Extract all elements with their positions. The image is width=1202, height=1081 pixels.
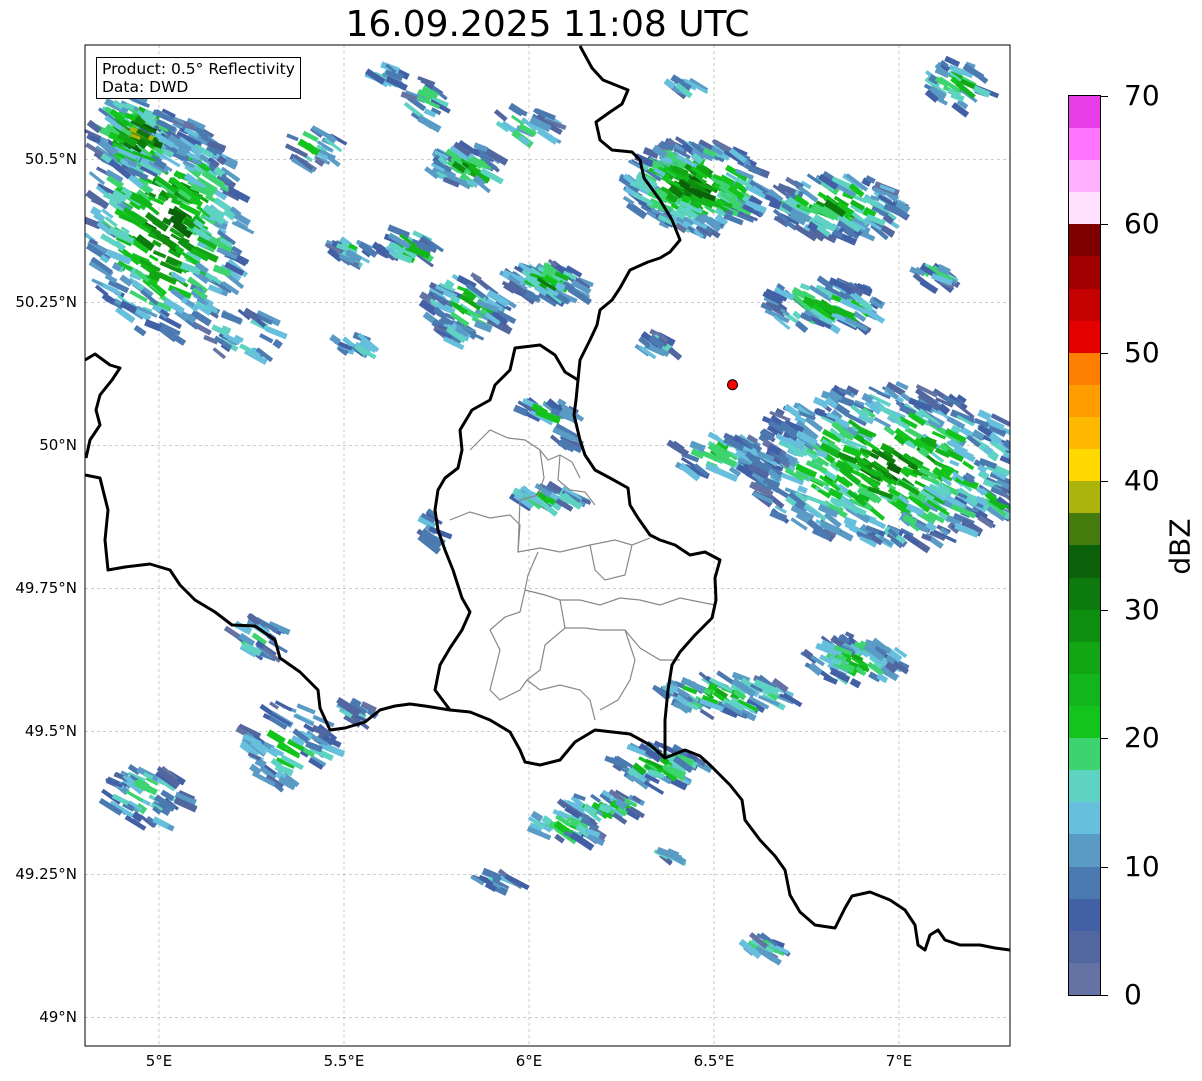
colorbar-segment	[1069, 352, 1100, 385]
colorbar-segment	[1069, 96, 1100, 129]
radar-echoes	[85, 55, 1028, 966]
colorbar-unit: dBZ	[1163, 518, 1197, 575]
colorbar-segment	[1069, 320, 1100, 353]
radar-echo-cell	[699, 708, 715, 721]
colorbar-segment	[1069, 481, 1100, 514]
colorbar-segment	[1069, 962, 1100, 995]
lon-tick-label: 5.5°E	[323, 1052, 365, 1070]
radar-echo-cell	[417, 114, 442, 133]
colorbar-segment	[1069, 224, 1100, 257]
info-product: Product: 0.5° Reflectivity	[102, 60, 295, 78]
lat-tick-label: 49°N	[39, 1008, 77, 1027]
colorbar-segment	[1069, 609, 1100, 642]
colorbar-segment	[1069, 641, 1100, 674]
radar-echo-cell	[900, 466, 912, 478]
radar-echo-cell	[799, 283, 811, 291]
colorbar-tick-mark	[1101, 609, 1108, 611]
colorbar-tick-label: 60	[1124, 207, 1160, 241]
colorbar-segment	[1069, 577, 1100, 610]
lon-tick-label: 5°E	[145, 1052, 173, 1070]
colorbar-tick-mark	[1101, 352, 1108, 354]
lon-tick-label: 6°E	[515, 1052, 543, 1070]
colorbar-tick-label: 20	[1124, 721, 1160, 755]
radar-echo-cell	[1014, 457, 1025, 467]
radar-echo-cell	[849, 678, 862, 689]
colorbar-segment	[1069, 160, 1100, 193]
colorbar-segment	[1069, 417, 1100, 450]
lat-tick-label: 49.25°N	[15, 865, 77, 884]
radar-echo-cell	[272, 338, 283, 350]
colorbar-tick-mark	[1101, 738, 1108, 740]
colorbar-segment	[1069, 706, 1100, 739]
colorbar-tick-label: 30	[1124, 592, 1160, 626]
colorbar-segment	[1069, 866, 1100, 899]
lat-tick-label: 50°N	[39, 436, 77, 455]
radar-echo-cell	[1009, 439, 1010, 451]
colorbar-segment	[1069, 256, 1100, 289]
radar-echo-cell	[666, 439, 690, 457]
lat-tick-label: 50.25°N	[15, 293, 77, 312]
colorbar-tick-label: 70	[1124, 79, 1160, 112]
radar-echo-cell	[148, 254, 159, 262]
radar-echo-cell	[949, 459, 960, 467]
radar-echo-cell	[286, 133, 299, 142]
radar-echo-cell	[493, 109, 508, 122]
colorbar-segment	[1069, 545, 1100, 578]
colorbar-tick-mark	[1101, 995, 1108, 996]
radar-echo-cell	[296, 703, 316, 715]
colorbar-segment	[1069, 738, 1100, 771]
radar-site-marker	[727, 379, 738, 391]
colorbar-segment	[1069, 770, 1100, 803]
colorbar-tick-label: 0	[1124, 978, 1142, 1011]
radar-echo-cell	[144, 319, 162, 332]
lat-tick-label: 49.75°N	[15, 579, 77, 598]
radar-echo-cell	[1008, 443, 1010, 460]
colorbar	[1068, 95, 1101, 996]
colorbar-tick-mark	[1101, 481, 1108, 483]
radar-echo-cell	[259, 333, 274, 344]
colorbar-tick-label: 10	[1124, 849, 1160, 883]
radar-echo-cell	[508, 102, 525, 117]
radar-echo-cell	[266, 729, 286, 745]
colorbar-segment	[1069, 898, 1100, 931]
info-source: Data: DWD	[102, 78, 189, 96]
radar-echo-cell	[133, 325, 147, 337]
colorbar-segment	[1069, 449, 1100, 482]
colorbar-tick-mark	[1101, 96, 1108, 97]
lon-tick-label: 6.5°E	[693, 1052, 735, 1070]
colorbar-tick-mark	[1101, 866, 1108, 868]
colorbar-tick-label: 50	[1124, 335, 1160, 369]
radar-echo-cell	[1015, 457, 1028, 467]
colorbar-segment	[1069, 384, 1100, 418]
colorbar-segment	[1069, 513, 1100, 546]
radar-echo-cell	[101, 292, 116, 305]
colorbar-tick-mark	[1101, 224, 1108, 226]
colorbar-segment	[1069, 288, 1100, 321]
radar-map	[84, 44, 1028, 1047]
radar-echo-cell	[293, 713, 315, 727]
colorbar-segment	[1069, 673, 1100, 707]
radar-echo-cell	[212, 347, 227, 360]
radar-echo-cell	[220, 311, 243, 325]
radar-echo-cell	[590, 793, 602, 803]
lat-tick-label: 50.5°N	[24, 150, 77, 169]
radar-echo-cell	[1011, 450, 1024, 458]
colorbar-segment	[1069, 802, 1100, 835]
canton-boundaries	[449, 429, 716, 721]
info-box: Product: 0.5° Reflectivity Data: DWD	[96, 57, 301, 99]
lon-tick-label: 7°E	[885, 1052, 913, 1070]
colorbar-segment	[1069, 930, 1100, 963]
lat-tick-label: 49.5°N	[24, 722, 77, 741]
colorbar-tick-label: 40	[1124, 464, 1160, 498]
radar-echo-cell	[242, 307, 260, 322]
colorbar-segment	[1069, 128, 1100, 161]
colorbar-segment	[1069, 834, 1100, 867]
colorbar-segment	[1069, 192, 1100, 225]
radar-echo-cell	[88, 171, 106, 186]
radar-echo-cell	[1010, 449, 1021, 460]
